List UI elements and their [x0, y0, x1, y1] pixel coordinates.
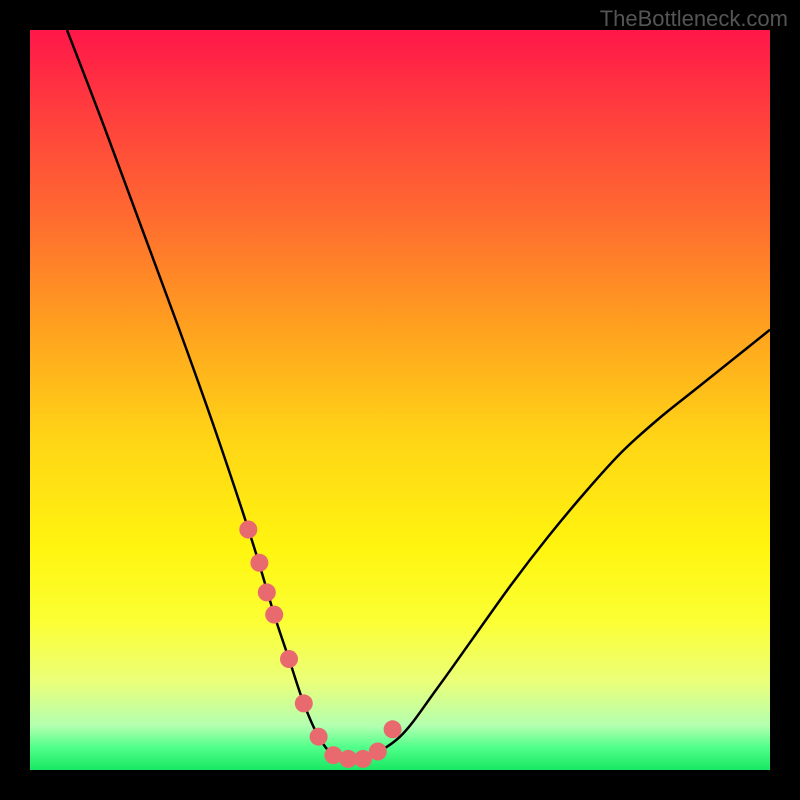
highlight-dot — [250, 554, 268, 572]
highlight-dot — [280, 650, 298, 668]
watermark-text: TheBottleneck.com — [600, 6, 788, 32]
bottleneck-curve-svg — [30, 30, 770, 770]
highlight-dot — [265, 606, 283, 624]
highlight-dot — [384, 720, 402, 738]
highlight-dot — [239, 521, 257, 539]
bottleneck-curve-path — [67, 30, 770, 761]
highlight-dot — [295, 694, 313, 712]
curve-highlight-dots — [239, 521, 401, 768]
highlight-dot — [258, 583, 276, 601]
highlight-dot — [369, 743, 387, 761]
chart-plot-area — [30, 30, 770, 770]
highlight-dot — [310, 728, 328, 746]
